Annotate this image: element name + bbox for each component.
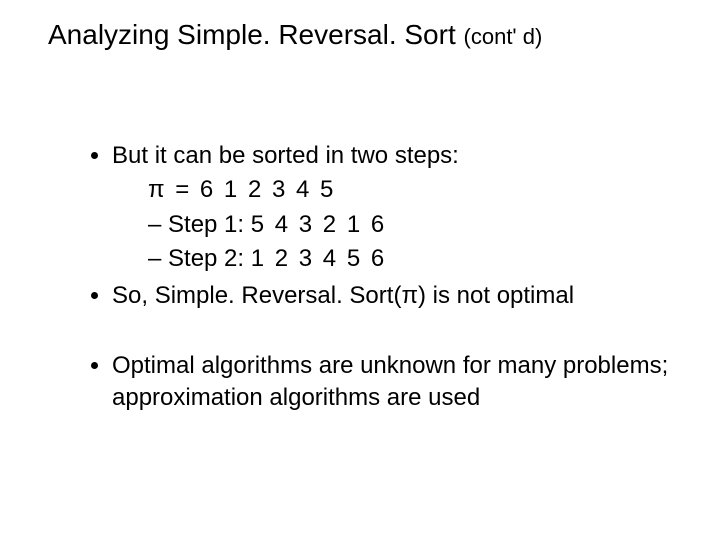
bullet-2-pre: So, Simple. Reversal. Sort( [112,282,401,309]
step-1: – Step 1: 5 4 3 2 1 6 [112,209,720,241]
bullet-3-text: Optimal algorithms are unknown for many … [112,352,668,411]
bullet-1-text: But it can be sorted in two steps: [112,142,459,169]
title-cont: (cont' d) [464,24,543,49]
bullet-list: But it can be sorted in two steps: π = 6… [88,140,720,312]
slide-content: But it can be sorted in two steps: π = 6… [88,140,720,419]
step-2-label: – Step 2: [148,245,251,272]
slide-title: Analyzing Simple. Reversal. Sort (cont' … [48,18,542,52]
bullet-3: Optimal algorithms are unknown for many … [112,350,720,415]
step-1-label: – Step 1: [148,211,251,238]
bullet-2: So, Simple. Reversal. Sort(π) is not opt… [112,280,720,312]
bullet-list-2: Optimal algorithms are unknown for many … [88,350,720,415]
title-main: Analyzing Simple. Reversal. Sort [48,19,464,50]
slide: Analyzing Simple. Reversal. Sort (cont' … [0,0,720,540]
step-2-values: 1 2 3 4 5 6 [251,245,386,272]
step-2: – Step 2: 1 2 3 4 5 6 [112,243,720,275]
step-1-values: 5 4 3 2 1 6 [251,211,386,238]
bullet-2-post: ) is not optimal [418,282,574,309]
pi-line: π = 6 1 2 3 4 5 [112,174,720,206]
spacer [88,316,720,350]
bullet-1: But it can be sorted in two steps: π = 6… [112,140,720,276]
pi-symbol: π [401,282,418,309]
